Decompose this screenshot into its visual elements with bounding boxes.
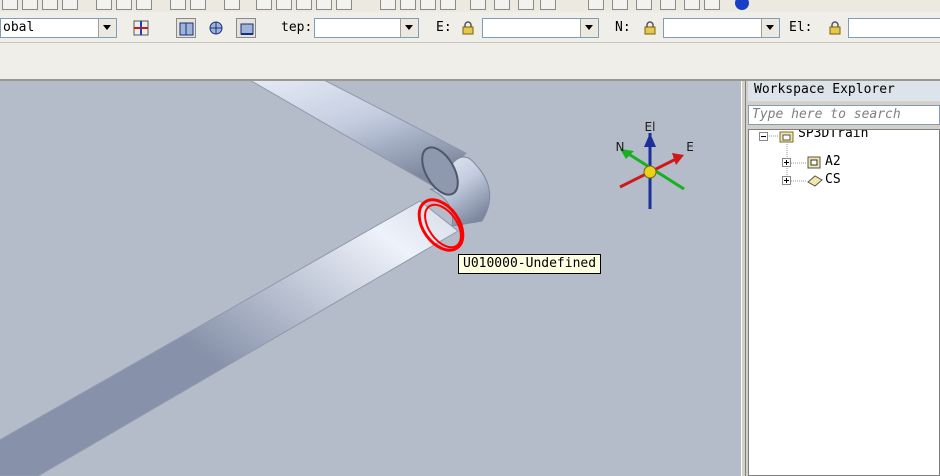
chevron-down-icon[interactable] bbox=[400, 19, 418, 37]
relative-mode-icon[interactable] bbox=[206, 18, 226, 38]
toolbar-button[interactable] bbox=[96, 0, 112, 10]
toolbar-button[interactable] bbox=[316, 0, 332, 10]
coordinate-system-dropdown[interactable]: obal bbox=[0, 18, 117, 38]
toolbar-button[interactable] bbox=[470, 0, 486, 10]
tree-node-root[interactable]: SP3DTrain bbox=[798, 130, 868, 142]
lock-icon[interactable] bbox=[461, 21, 475, 35]
toolbar-button[interactable] bbox=[22, 0, 38, 10]
explorer-search-input[interactable]: Type here to search bbox=[748, 105, 940, 125]
coordinate-system-value: obal bbox=[3, 20, 35, 35]
toolbar-button[interactable] bbox=[336, 0, 352, 10]
north-axis-label: N bbox=[616, 140, 625, 154]
pipe-model[interactable]: El N E bbox=[0, 81, 741, 476]
step-dropdown[interactable] bbox=[314, 18, 419, 38]
toolbar-button[interactable] bbox=[2, 0, 18, 10]
east-label: E: bbox=[436, 20, 452, 35]
elevation-label: El: bbox=[789, 20, 813, 35]
toolbar-button[interactable] bbox=[276, 0, 292, 10]
elevation-axis-label: El bbox=[645, 120, 656, 134]
east-axis-label: E bbox=[686, 140, 694, 154]
toolbar-button[interactable] bbox=[136, 0, 152, 10]
ribbon-area bbox=[0, 43, 940, 81]
axis-triad: El N E bbox=[616, 120, 694, 209]
coordinate-system-icon bbox=[807, 175, 823, 187]
tree-expand-toggle[interactable] bbox=[782, 176, 791, 185]
elevation-coordinate-field[interactable] bbox=[848, 18, 940, 38]
toolbar-button[interactable] bbox=[704, 0, 720, 10]
cartesian-mode-icon[interactable] bbox=[176, 18, 196, 38]
toolbar-button[interactable] bbox=[420, 0, 436, 10]
tree-collapse-toggle[interactable] bbox=[759, 132, 768, 141]
graphic-view[interactable]: El N E U010000-Undefined bbox=[0, 81, 741, 476]
toolbar-button[interactable] bbox=[494, 0, 510, 10]
toolbar-button[interactable] bbox=[296, 0, 312, 10]
toolbar-button[interactable] bbox=[62, 0, 78, 10]
workspace-explorer: Workspace Explorer Type here to search S… bbox=[746, 81, 940, 476]
chevron-down-icon[interactable] bbox=[580, 19, 598, 37]
tree-node-a2[interactable]: A2 bbox=[825, 154, 841, 170]
toolbar-button[interactable] bbox=[400, 0, 416, 10]
lock-icon[interactable] bbox=[828, 21, 842, 35]
toolbar-button[interactable] bbox=[116, 0, 132, 10]
explorer-title: Workspace Explorer bbox=[748, 81, 940, 101]
chevron-down-icon[interactable] bbox=[761, 19, 779, 37]
toolbar-button[interactable] bbox=[612, 0, 628, 10]
folder-icon bbox=[779, 131, 794, 143]
toolbar-button[interactable] bbox=[440, 0, 456, 10]
absolute-mode-icon[interactable] bbox=[236, 18, 256, 38]
toolbar-button[interactable] bbox=[256, 0, 272, 10]
toolbar-button[interactable] bbox=[42, 0, 58, 10]
east-coordinate-field[interactable] bbox=[482, 18, 599, 38]
toolbar-button[interactable] bbox=[380, 0, 396, 10]
toolbar-button[interactable] bbox=[636, 0, 652, 10]
toolbar-button[interactable] bbox=[518, 0, 534, 10]
toolbar-button[interactable] bbox=[660, 0, 676, 10]
north-coordinate-field[interactable] bbox=[663, 18, 780, 38]
toolbar-button[interactable] bbox=[684, 0, 700, 10]
lock-icon[interactable] bbox=[643, 21, 657, 35]
tree-node-cs[interactable]: CS bbox=[825, 172, 841, 188]
help-icon[interactable] bbox=[734, 0, 750, 10]
system-icon bbox=[807, 156, 821, 169]
pinpoint-target-icon[interactable] bbox=[131, 18, 151, 38]
explorer-tree: SP3DTrain A2 CS bbox=[748, 129, 940, 476]
toolbar-button[interactable] bbox=[190, 0, 206, 10]
pipe-segment-lower[interactable] bbox=[0, 200, 459, 476]
coordinate-toolbar: obal tep: E: N: El: bbox=[0, 12, 940, 43]
chevron-down-icon[interactable] bbox=[98, 19, 116, 37]
toolbar-button[interactable] bbox=[170, 0, 186, 10]
step-label: tep: bbox=[281, 20, 313, 35]
object-tooltip: U010000-Undefined bbox=[458, 254, 602, 274]
toolbar-button[interactable] bbox=[540, 0, 556, 10]
north-label: N: bbox=[615, 20, 631, 35]
toolbar-button[interactable] bbox=[588, 0, 604, 10]
toolbar-button[interactable] bbox=[224, 0, 240, 10]
tree-expand-toggle[interactable] bbox=[782, 158, 791, 167]
